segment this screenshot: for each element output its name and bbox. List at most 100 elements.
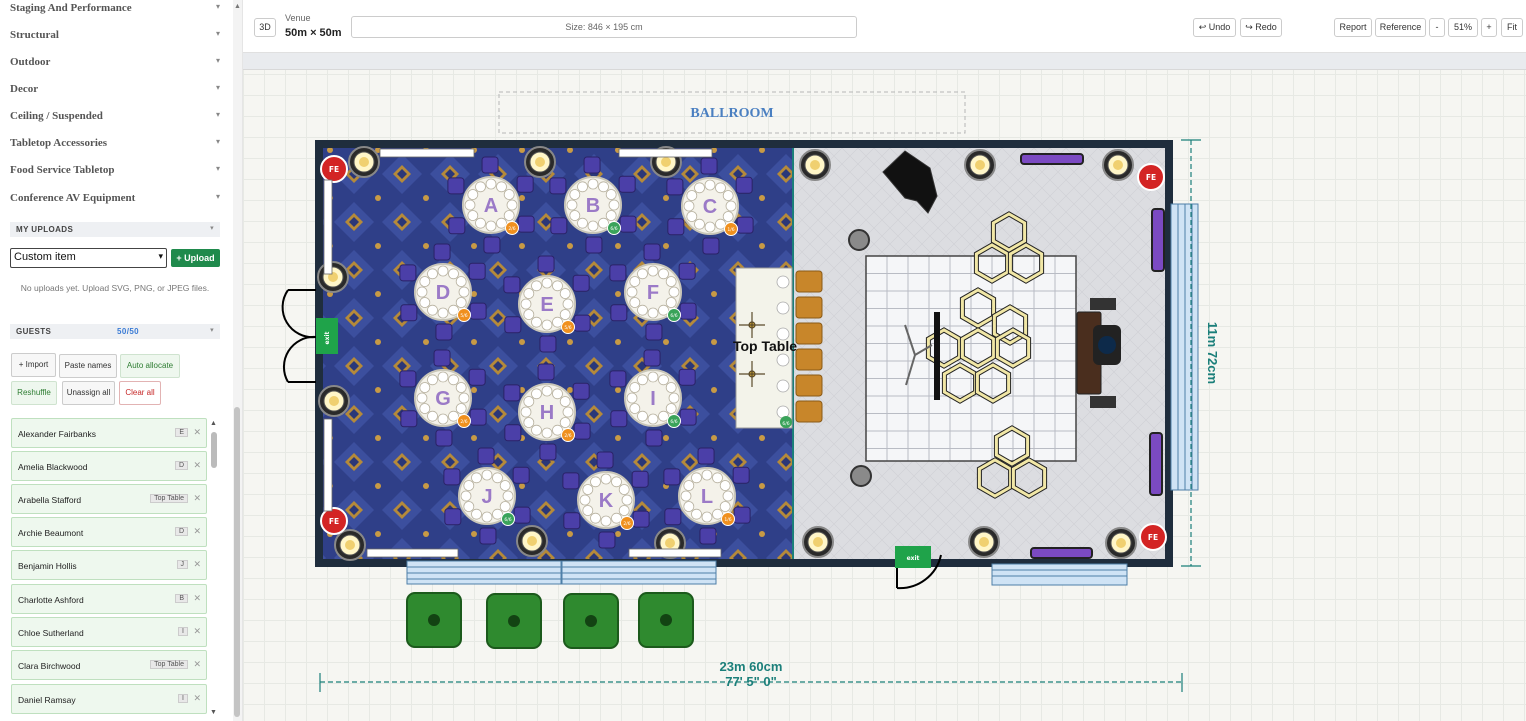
seat-badge-text: 1/6	[727, 227, 734, 233]
chair	[643, 349, 661, 367]
height-dimension: 11m 72cm	[1205, 322, 1220, 384]
place-setting	[566, 199, 578, 211]
place-setting	[637, 374, 648, 386]
place-setting	[658, 374, 669, 386]
chair	[399, 370, 417, 388]
seat-badge-text: 6/6	[504, 517, 511, 523]
place-setting	[471, 508, 482, 520]
uplight-glow	[661, 157, 671, 167]
plants[interactable]	[406, 592, 694, 649]
place-setting	[437, 371, 449, 383]
place-setting	[496, 181, 507, 193]
chair	[433, 243, 451, 261]
place-setting	[725, 200, 737, 212]
place-setting	[471, 472, 482, 484]
exit-sign-text: exit	[907, 555, 920, 562]
place-setting	[463, 501, 475, 512]
speaker-stand[interactable]	[848, 229, 870, 251]
place-setting	[475, 217, 486, 229]
place-setting	[569, 189, 581, 200]
chair	[645, 429, 663, 447]
place-setting	[587, 220, 599, 232]
place-setting	[719, 480, 731, 491]
chair	[400, 410, 418, 428]
fire-extinguisher-label: FE	[329, 165, 339, 174]
place-setting	[715, 218, 726, 230]
place-setting	[701, 511, 713, 523]
place-setting	[611, 476, 622, 488]
place-setting	[531, 316, 542, 328]
place-setting	[460, 490, 472, 502]
place-setting	[463, 480, 475, 491]
place-setting	[559, 288, 571, 299]
uplight-glow	[359, 157, 369, 167]
chair	[447, 177, 465, 195]
chair	[504, 316, 522, 334]
chair	[733, 506, 751, 524]
app-root: Staging And Performance ▾ Structural ▾ Out…	[0, 0, 1526, 721]
chair	[572, 274, 590, 292]
place-setting	[719, 501, 731, 512]
chair	[699, 527, 717, 545]
place-setting	[712, 472, 723, 484]
chair	[572, 382, 590, 400]
place-setting	[419, 297, 431, 308]
table-letter: A	[484, 195, 498, 217]
uplight-glow	[665, 538, 675, 548]
place-setting	[582, 484, 594, 495]
chair	[468, 262, 486, 280]
place-setting	[552, 280, 563, 292]
place-setting	[712, 508, 723, 520]
speaker-stand[interactable]	[850, 465, 872, 487]
exit-sign-text: exit	[324, 331, 331, 344]
place-setting	[637, 304, 648, 316]
chair	[483, 236, 501, 254]
place-setting	[437, 265, 449, 277]
place-setting	[502, 490, 514, 502]
chair	[609, 264, 627, 282]
chair	[468, 368, 486, 386]
stage-bar[interactable]	[934, 312, 940, 400]
table-letter: B	[586, 195, 600, 217]
chair	[735, 176, 753, 194]
place-setting	[559, 417, 571, 428]
place-setting	[455, 382, 467, 393]
place-setting	[658, 304, 669, 316]
place-setting	[506, 199, 518, 211]
chair	[503, 276, 521, 294]
place-setting	[523, 417, 535, 428]
place-setting	[668, 392, 680, 404]
place-setting	[587, 178, 599, 190]
chair	[585, 236, 603, 254]
place-setting	[427, 410, 438, 422]
place-setting	[686, 211, 698, 222]
place-setting	[559, 309, 571, 320]
seat-badge-text: 5/6	[460, 313, 467, 319]
place-setting	[416, 392, 428, 404]
chair	[667, 218, 685, 236]
floorplan: BALLROOM Top Table 6/6 A2/6B6/6C1/6D5/6E…	[281, 91, 1220, 692]
place-setting	[485, 178, 497, 190]
place-setting	[467, 189, 479, 200]
top-table-label: Top Table	[733, 338, 797, 354]
place-setting	[598, 217, 609, 229]
chair	[619, 215, 637, 233]
dance-floor[interactable]	[865, 255, 1077, 462]
place-setting	[552, 316, 563, 328]
double-doors[interactable]	[281, 289, 317, 383]
chair	[583, 156, 601, 174]
place-setting	[665, 403, 677, 414]
table-letter: L	[701, 486, 713, 508]
seat-badge-text: 2/6	[460, 419, 467, 425]
chair	[631, 470, 649, 488]
place-setting	[448, 374, 459, 386]
place-setting	[600, 473, 612, 485]
chair	[513, 506, 531, 524]
place-setting	[562, 298, 574, 310]
place-setting	[621, 494, 633, 506]
place-setting	[665, 297, 677, 308]
place-setting	[569, 210, 581, 221]
place-setting	[629, 403, 641, 414]
place-setting	[665, 382, 677, 393]
place-setting	[541, 385, 553, 397]
